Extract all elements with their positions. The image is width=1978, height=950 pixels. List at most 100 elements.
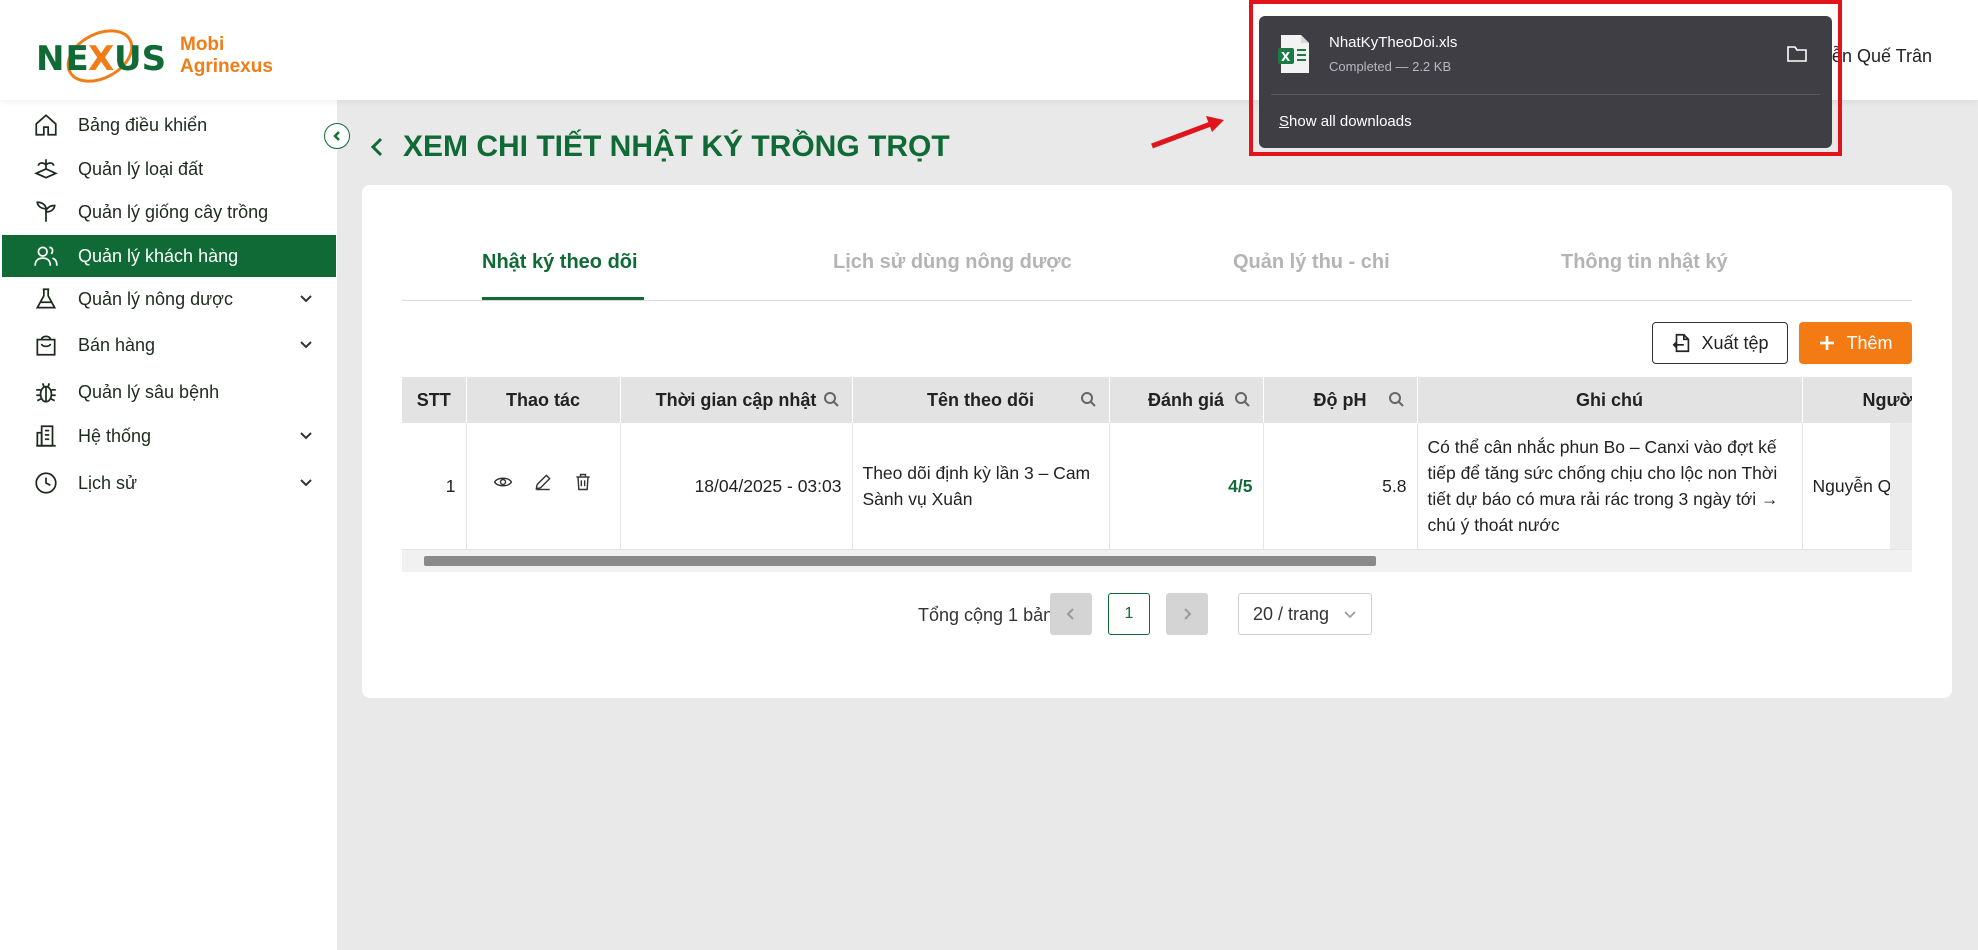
pagination: Tổng cộng 1 bản ghi 1 20 / trang — [362, 593, 1952, 637]
main-content: XEM CHI TIẾT NHẬT KÝ TRỒNG TRỌT Nhật ký … — [337, 100, 1978, 950]
sidebar-item-label: Quản lý giống cây trồng — [78, 201, 269, 222]
soil-icon — [32, 155, 60, 183]
column-header-rating: Đánh giá — [1109, 377, 1264, 423]
chevron-left-icon — [333, 131, 340, 141]
svg-text:X: X — [1281, 50, 1291, 64]
chevron-down-icon — [298, 290, 314, 306]
sidebar-item-soil[interactable]: Quản lý loại đất — [2, 148, 336, 190]
tracking-log-table: STT Thao tác Thời gian cập nhật Tên theo… — [402, 377, 1912, 572]
chevron-right-icon — [1184, 608, 1192, 620]
search-icon[interactable] — [1387, 391, 1405, 409]
sidebar-item-label: Quản lý nông dược — [78, 288, 233, 309]
shopping-bag-icon — [32, 331, 60, 359]
annotation-arrow — [1148, 114, 1228, 154]
sidebar-item-crop-varieties[interactable]: Quản lý giống cây trồng — [2, 191, 336, 233]
sidebar-item-pesticides[interactable]: Quản lý nông dược — [2, 278, 336, 320]
sidebar-item-label: Quản lý sâu bệnh — [78, 381, 220, 402]
current-page-button[interactable]: 1 — [1108, 593, 1150, 635]
vertical-scrollbar[interactable] — [1890, 423, 1912, 549]
app-logo[interactable]: NE X US Mobi Agrinexus — [36, 26, 273, 86]
sidebar-item-label: Bảng điều khiển — [78, 114, 208, 135]
scrollbar-thumb[interactable] — [424, 556, 1376, 566]
download-divider — [1271, 94, 1820, 95]
column-header-updated-time: Thời gian cập nhật — [620, 377, 853, 423]
brand-line-1: Mobi — [180, 34, 225, 55]
building-icon — [32, 422, 60, 450]
show-all-downloads-link[interactable]: Show all downloads — [1279, 113, 1412, 130]
cell-note: Có thể cân nhắc phun Bo – Canxi vào đợt … — [1417, 423, 1803, 550]
sidebar-item-label: Lịch sử — [78, 472, 138, 493]
add-button[interactable]: Thêm — [1799, 322, 1912, 364]
sidebar-item-label: Quản lý khách hàng — [78, 245, 239, 266]
cell-tracking-name: Theo dõi định kỳ lần 3 – Cam Sành vụ Xuâ… — [852, 423, 1110, 550]
sidebar-item-label: Hệ thống — [78, 425, 152, 446]
tab-income-expense[interactable]: Quản lý thu - chi — [1233, 251, 1390, 274]
chevron-down-icon — [298, 427, 314, 443]
add-label: Thêm — [1846, 332, 1893, 353]
active-tab-indicator — [482, 297, 644, 300]
delete-icon[interactable] — [573, 472, 593, 492]
next-page-button[interactable] — [1166, 593, 1208, 635]
column-header-tracking-name: Tên theo dõi — [852, 377, 1110, 423]
clock-icon — [32, 469, 60, 497]
sidebar-item-dashboard[interactable]: Bảng điều khiển — [2, 104, 336, 146]
sidebar-item-history[interactable]: Lịch sử — [2, 462, 336, 504]
edit-icon[interactable] — [533, 472, 553, 492]
page-size-select[interactable]: 20 / trang — [1238, 593, 1372, 635]
chevron-down-icon — [298, 336, 314, 352]
cell-stt: 1 — [402, 423, 467, 550]
sidebar-item-pests[interactable]: Quản lý sâu bệnh — [2, 371, 336, 413]
search-icon[interactable] — [1079, 391, 1097, 409]
sidebar: Bảng điều khiển Quản lý loại đất Quản lý… — [0, 100, 337, 950]
users-icon — [32, 242, 60, 270]
search-icon[interactable] — [1233, 391, 1251, 409]
page-title-text: XEM CHI TIẾT NHẬT KÝ TRỒNG TRỌT — [403, 130, 950, 163]
horizontal-scrollbar[interactable] — [402, 550, 1912, 572]
sidebar-collapse-button[interactable] — [324, 123, 350, 149]
chevron-left-icon — [1066, 608, 1074, 620]
export-file-button[interactable]: Xuất tệp — [1652, 322, 1788, 364]
page-size-value: 20 / trang — [1253, 603, 1330, 624]
svg-text:US: US — [114, 39, 166, 79]
download-file-name[interactable]: NhatKyTheoDoi.xls — [1329, 34, 1457, 51]
search-icon[interactable] — [822, 391, 840, 409]
brand-name: Mobi Agrinexus — [180, 34, 273, 78]
sidebar-item-customers[interactable]: Quản lý khách hàng — [2, 235, 336, 277]
chevron-down-icon — [1344, 611, 1356, 619]
page-title: XEM CHI TIẾT NHẬT KÝ TRỒNG TRỌT — [367, 130, 950, 164]
column-header-actions: Thao tác — [466, 377, 621, 423]
plant-icon — [32, 198, 60, 226]
download-highlight-frame: X NhatKyTheoDoi.xls Completed — 2.2 KB S… — [1249, 0, 1842, 156]
brand-line-2: Agrinexus — [180, 56, 273, 77]
cell-ph: 5.8 — [1263, 423, 1418, 550]
table-row[interactable]: 1 18/04/2025 - 03:03 Theo dõi định kỳ lầ… — [402, 423, 1912, 550]
chevron-down-icon — [298, 474, 314, 490]
file-export-icon — [1673, 333, 1690, 353]
folder-icon[interactable] — [1786, 44, 1810, 64]
view-icon[interactable] — [493, 472, 513, 492]
sidebar-item-label: Quản lý loại đất — [78, 158, 204, 179]
svg-text:NE: NE — [36, 39, 90, 79]
cell-rating: 4/5 — [1109, 423, 1264, 550]
column-header-ph: Độ pH — [1263, 377, 1418, 423]
home-icon — [32, 111, 60, 139]
content-card: Nhật ký theo dõi Lịch sử dùng nông dược … — [362, 185, 1952, 698]
download-status: Completed — 2.2 KB — [1329, 59, 1452, 74]
cell-actions — [466, 423, 621, 550]
tab-bar: Nhật ký theo dõi Lịch sử dùng nông dược … — [402, 185, 1912, 301]
sidebar-item-sales[interactable]: Bán hàng — [2, 324, 336, 366]
export-file-label: Xuất tệp — [1701, 332, 1769, 353]
excel-file-icon: X — [1277, 34, 1311, 74]
prev-page-button[interactable] — [1050, 593, 1092, 635]
svg-text:X: X — [88, 39, 114, 79]
tab-tracking-log[interactable]: Nhật ký theo dõi — [482, 251, 638, 274]
plus-icon — [1820, 336, 1835, 350]
back-arrow-icon[interactable] — [367, 133, 391, 161]
tab-pesticide-history[interactable]: Lịch sử dùng nông dược — [833, 251, 1072, 274]
flask-icon — [32, 285, 60, 313]
sidebar-item-system[interactable]: Hệ thống — [2, 415, 336, 457]
tab-log-info[interactable]: Thông tin nhật ký — [1561, 251, 1728, 274]
column-header-note: Ghi chú — [1417, 377, 1803, 423]
nexus-logo-mark: NE X US — [36, 26, 166, 86]
column-header-person: Người — [1802, 377, 1912, 423]
